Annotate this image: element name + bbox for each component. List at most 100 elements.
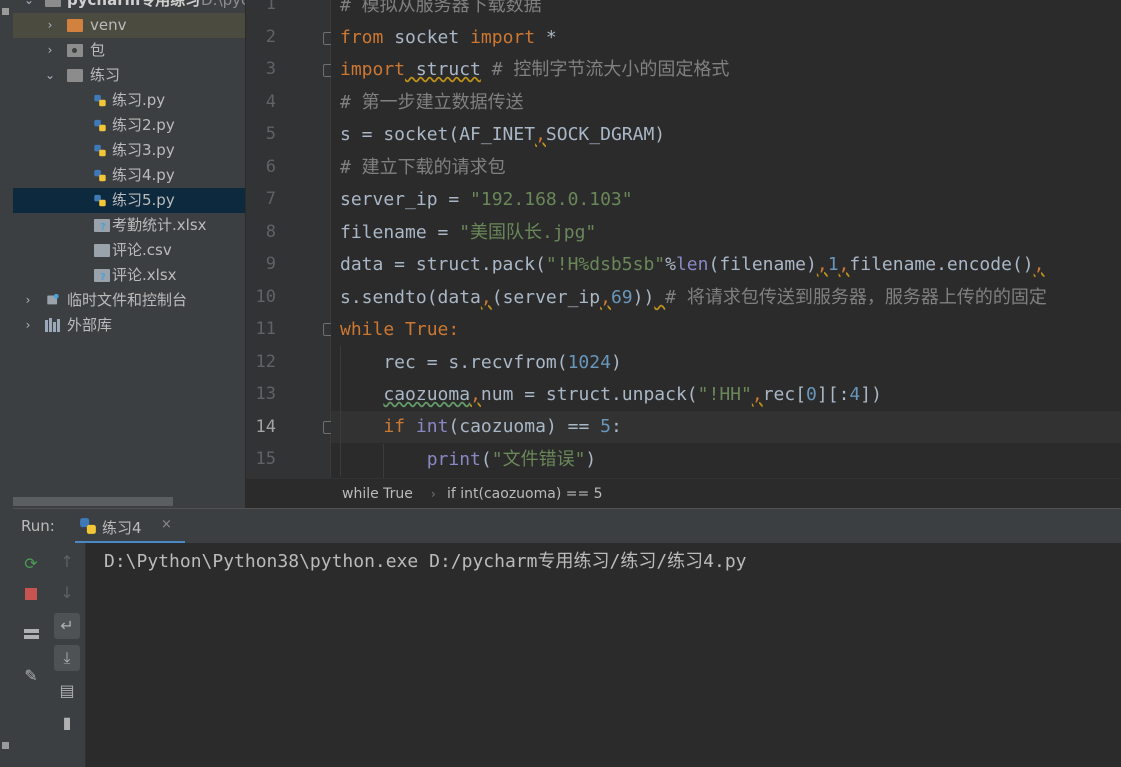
tree-item-label: 包 [90,41,106,59]
unknown-file-icon [94,219,110,233]
code-line-2: from socket import * [340,22,557,54]
comment: # 控制字节流大小的固定格式 [480,59,730,80]
code-line-1: # 模拟从服务器下载数据 [340,0,542,22]
tree-item-external-libs[interactable]: › 外部库 [13,313,245,338]
structure-tool-icon[interactable] [2,742,9,749]
builtin: len [675,254,709,275]
tree-item-label: 练习.py [112,91,166,109]
tree-root[interactable]: ⌄ pycharm专用练习 D:\pyc [13,0,245,13]
soft-wrap-icon[interactable]: ↵ [54,613,80,639]
tree-item-file[interactable]: 评论.csv [13,238,245,263]
run-title: Run: [21,517,55,535]
tree-item-label: 评论.xlsx [112,266,177,284]
print-icon[interactable]: ▤ [54,678,80,704]
code-text: ) [585,449,597,470]
down-arrow-icon[interactable]: ↓ [54,580,80,606]
up-arrow-icon[interactable]: ↑ [54,549,80,575]
run-tab-label: 练习4 [102,519,142,537]
code-line-4: # 第一步建立数据传送 [340,87,524,119]
tree-item-scratches[interactable]: › 临时文件和控制台 [13,288,245,313]
pycharm-window: ⌄ pycharm专用练习 D:\pyc › venv › 包 ⌄ 练习 练习.… [0,0,1121,767]
pin-icon[interactable]: ✎ [18,663,44,689]
code-text: ( [480,449,492,470]
run-console[interactable]: D:\Python\Python38\python.exe D:/pycharm… [86,543,1121,767]
layout-icon[interactable] [18,621,44,647]
line-number: 13 [255,384,276,404]
number-literal: 0 [806,384,817,405]
run-toolbar-secondary: ↑ ↓ ↵ ⤓ ▤ ▮ [49,543,86,767]
tree-item-file[interactable]: 练习.py [13,88,245,113]
code-text: rec = s.recvfrom( [340,352,568,373]
folder-icon [67,69,83,82]
tree-item-file[interactable]: 评论.xlsx [13,263,245,288]
run-tool-window-header: Run: 练习4 × [13,508,1121,545]
code-text: SOCK_DGRAM) [545,124,666,145]
code-text: (filename) [708,254,817,275]
code-text: s.sendto(data [340,287,481,308]
code-text: )) [632,287,655,308]
line-number: 12 [255,352,276,372]
breadcrumb-item[interactable]: if int(caozuoma) == 5 [447,479,603,509]
folder-icon [45,0,61,7]
punctuation: : [448,319,460,340]
number-literal: 4 [849,384,861,405]
variable: caozuoma [383,384,471,405]
tree-item-venv[interactable]: › venv [13,13,245,38]
code-line-7: server_ip = "192.168.0.103" [340,184,633,216]
chevron-down-icon[interactable]: ⌄ [23,0,35,13]
code-line-14: if int(caozuoma) == 5: [340,411,621,443]
close-icon[interactable]: × [161,517,172,532]
string-literal: "美国队长.jpg" [459,222,597,243]
stop-icon[interactable] [18,581,44,607]
tree-item-package[interactable]: › 包 [13,38,245,63]
comment: # 第一步建立数据传送 [340,92,524,113]
scroll-to-end-icon[interactable]: ⤓ [54,645,80,671]
line-number: 6 [265,157,276,177]
number-literal: 5 [600,416,611,437]
chevron-right-icon[interactable]: › [44,38,56,63]
punctuation: , [600,287,611,308]
trash-icon[interactable]: ▮ [54,710,80,736]
scratches-icon [47,293,59,305]
horizontal-scrollbar[interactable] [13,497,173,506]
tree-item-file[interactable]: 考勤统计.xlsx [13,213,245,238]
code-line-6: # 建立下载的请求包 [340,152,506,184]
chevron-down-icon[interactable]: ⌄ [44,63,56,88]
tree-item-file[interactable]: 练习3.py [13,138,245,163]
run-tab[interactable]: 练习4 × [75,509,185,544]
tree-item-label: 临时文件和控制台 [67,291,188,309]
breadcrumb-item[interactable]: while True [342,479,413,509]
punctuation: , [535,124,546,145]
builtin: int [415,416,449,437]
tree-item-practice-folder[interactable]: ⌄ 练习 [13,63,245,88]
code-line-15: print("文件错误") [340,444,597,476]
tree-item-file[interactable]: 练习4.py [13,163,245,188]
chevron-right-icon[interactable]: › [44,13,56,38]
rerun-icon[interactable]: ⟳ [18,551,44,577]
module-name: socket [383,27,471,48]
text-file-icon [94,244,110,257]
tree-item-label: 考勤统计.xlsx [112,216,207,234]
code-line-10: s.sendto(data,(server_ip,69)) # 将请求包传送到服… [340,282,1047,314]
run-toolbar-primary: ⟳ ✎ [13,543,49,767]
chevron-right-icon[interactable]: › [22,313,34,338]
line-number: 11 [255,319,276,339]
chevron-right-icon[interactable]: › [22,288,34,313]
line-number: 2 [265,27,276,47]
code-text: (server_ip [491,287,601,308]
tree-item-label: 练习 [90,66,121,84]
punctuation: , [480,287,492,308]
code-editor[interactable]: # 模拟从服务器下载数据 from socket import * import… [331,0,1121,478]
project-tool-icon[interactable] [2,8,9,15]
comment: # 建立下载的请求包 [340,157,506,178]
tree-item-label: 练习3.py [112,141,175,159]
tree-item-file[interactable]: 练习2.py [13,113,245,138]
tree-item-file-selected[interactable]: 练习5.py [13,188,245,213]
code-text: filename = [340,222,460,243]
tree-item-label: 评论.csv [112,241,172,259]
tree-item-label: 练习2.py [112,116,175,134]
code-text: server_ip = [340,189,471,210]
punctuation: , [470,384,481,405]
